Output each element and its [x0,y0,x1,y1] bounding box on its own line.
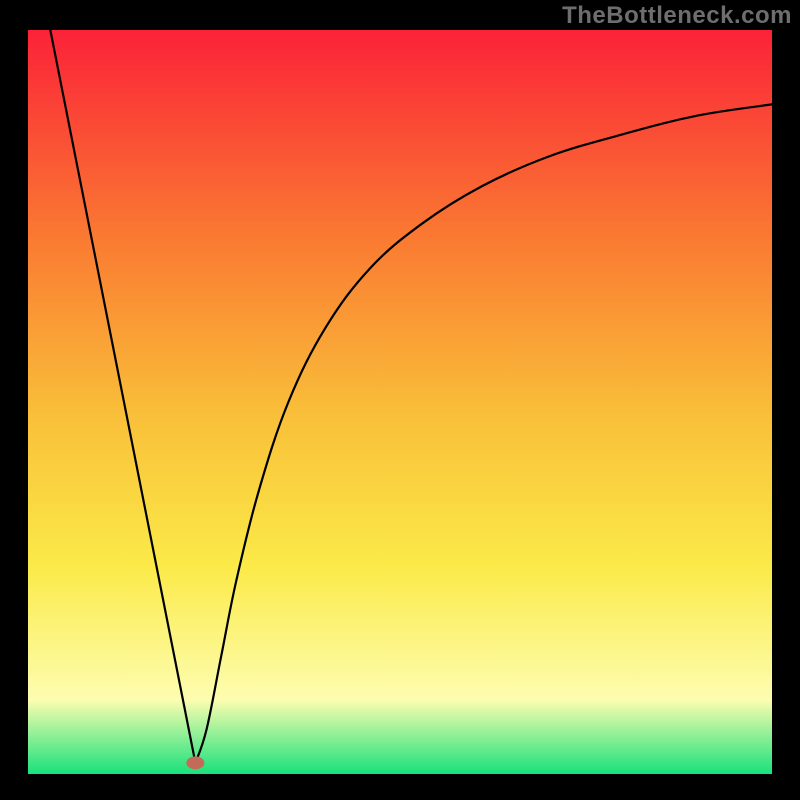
watermark-label: TheBottleneck.com [562,2,792,30]
plot-area [28,30,772,774]
chart-svg [28,30,772,774]
chart-frame: TheBottleneck.com [0,0,800,800]
minimum-marker-icon [186,756,204,769]
gradient-background [28,30,772,774]
